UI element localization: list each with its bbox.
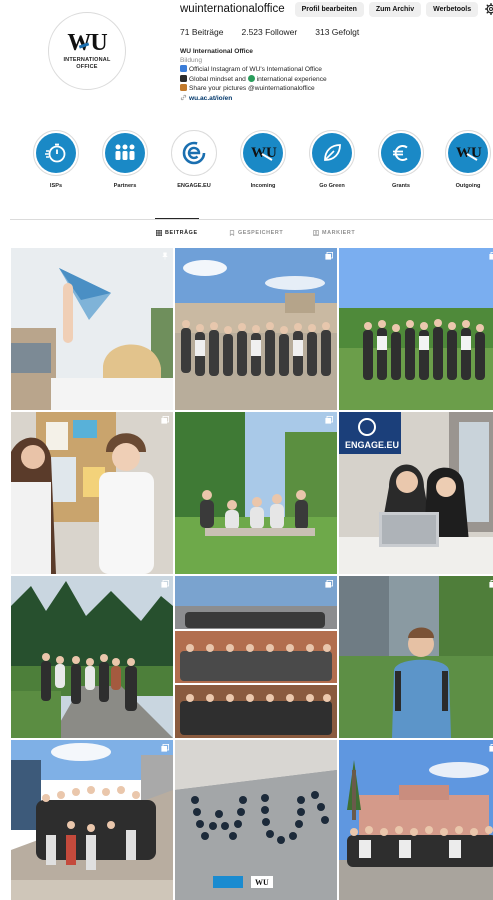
stopwatch-icon [45,143,66,163]
post-forest-walk[interactable] [11,576,173,738]
camera-emoji-icon [180,84,187,92]
carousel-icon [489,744,493,752]
post-group-collage[interactable] [175,576,337,738]
carousel-icon [161,416,169,424]
profile-avatar[interactable]: WU INTERNATIONAL OFFICE [48,12,126,90]
highlight-isps[interactable]: ISPs [26,130,86,189]
tab-saved[interactable]: GESPEICHERT [229,230,283,236]
following-count[interactable]: 313 Gefolgt [315,27,359,37]
graduation-cap-emoji-icon [180,74,187,82]
post-engage-eu-laptop[interactable]: ENGAGE.EU [339,412,493,574]
link-icon [180,94,187,101]
svg-text:WU: WU [251,145,277,161]
followers-count[interactable]: 2.523 Follower [241,27,297,37]
carousel-icon [161,744,169,752]
bio-line-1: Official Instagram of WU's International… [180,65,480,75]
post-bulletin-board[interactable] [11,412,173,574]
carousel-icon [161,580,169,588]
ad-tools-button[interactable]: Werbetools [426,1,479,17]
post-paper-plane[interactable] [11,248,173,410]
post-stairs-group[interactable] [11,740,173,900]
carousel-icon [489,580,493,588]
svg-text:ENGAGE.EU: ENGAGE.EU [345,440,399,450]
post-group-city[interactable] [175,248,337,410]
globe-emoji-icon [247,74,255,82]
wu-logo-icon: WU [251,145,277,161]
posts-grid: ENGAGE.EU WU [11,248,493,900]
archive-button[interactable]: Zum Archiv [368,1,422,17]
gear-icon[interactable] [485,3,493,15]
grid-icon [156,230,162,236]
highlight-grants[interactable]: Grants [371,130,431,189]
highlight-partners[interactable]: Partners [95,130,155,189]
profile-username: wuinternationaloffice [180,3,285,15]
euro-icon [393,145,408,161]
flag-emoji-icon [180,65,187,73]
profile-bio: WU International Office Bildung Official… [180,48,480,104]
bio-name: WU International Office [180,48,253,55]
post-people-forming-letters[interactable]: WU [175,740,337,900]
pinned-icon [161,252,169,260]
profile-stats: 71 Beiträge 2.523 Follower 313 Gefolgt [180,27,359,37]
story-highlights: ISPs Partners ENGAGE.EU WU Incoming Go G… [18,130,493,196]
bookmark-icon [229,230,235,236]
leaf-icon [324,144,341,161]
wu-logo-subtext: INTERNATIONAL OFFICE [63,56,111,70]
wu-logo-text: WU [67,29,107,56]
svg-text:WU: WU [255,878,269,887]
carousel-icon [489,252,493,260]
highlight-incoming[interactable]: WU Incoming [233,130,293,189]
post-group-vineyard[interactable] [339,248,493,410]
highlight-outgoing[interactable]: WU Outgoing [438,130,493,189]
tabs-divider [10,219,493,220]
tab-posts[interactable]: BEITRÄGE [156,230,198,236]
wu-logo-icon: WU [456,145,482,161]
bio-link[interactable]: wu.ac.at/io/en [180,94,480,104]
bio-line-3: Share your pictures @wuinternationaloffi… [180,84,480,94]
post-picnic-park[interactable] [175,412,337,574]
bio-line-2: Global mindset and international experie… [180,74,480,85]
profile-tabs: BEITRÄGE GESPEICHERT MARKIERT [10,230,493,240]
carousel-icon [325,252,333,260]
active-tab-indicator [155,218,199,219]
tagged-icon [313,230,319,236]
bio-category: Bildung [180,56,202,64]
posts-count: 71 Beiträge [180,27,224,37]
svg-text:WU: WU [456,145,482,161]
edit-profile-button[interactable]: Profil bearbeiten [294,1,364,17]
carousel-icon [325,580,333,588]
highlight-engage-eu[interactable]: ENGAGE.EU [164,130,224,189]
engage-eu-logo-icon [182,141,206,165]
highlight-go-green[interactable]: Go Green [302,130,362,189]
profile-header-row: wuinternationaloffice Profil bearbeiten … [180,0,493,18]
people-group-icon [115,144,135,160]
post-student-backpack[interactable] [339,576,493,738]
post-palace-square[interactable] [339,740,493,900]
carousel-icon [325,416,333,424]
tab-tagged[interactable]: MARKIERT [313,230,355,236]
